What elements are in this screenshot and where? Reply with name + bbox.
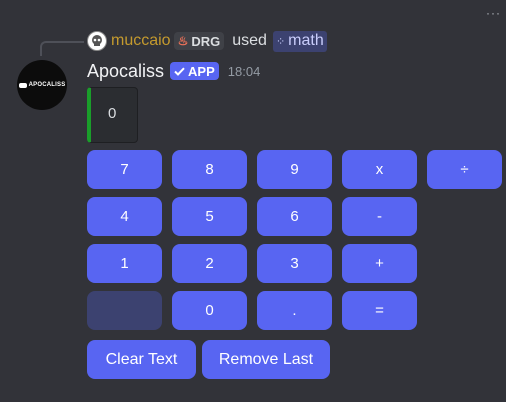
remove-last-button[interactable]: Remove Last	[202, 340, 330, 379]
timestamp[interactable]: 18:04	[228, 64, 261, 79]
calculator-display: 0	[87, 87, 138, 143]
used-text: used	[232, 32, 267, 49]
reply-context: muccaio ♨ DRG used ⁘ math	[87, 30, 327, 52]
decimal-button[interactable]: .	[257, 291, 332, 330]
app-badge-label: APP	[188, 63, 215, 79]
button-6[interactable]: 6	[257, 197, 332, 236]
skull-icon	[92, 35, 102, 46]
command-name: math	[288, 32, 324, 49]
guild-tag[interactable]: ♨ DRG	[173, 32, 225, 50]
slash-command-mention[interactable]: ⁘ math	[272, 30, 327, 52]
multiply-button[interactable]: x	[342, 150, 417, 189]
button-0[interactable]: 0	[172, 291, 247, 330]
blank-disabled-button	[87, 291, 162, 330]
author-name[interactable]: Apocaliss	[87, 61, 164, 82]
message-header: Apocaliss APP 18:04	[87, 60, 260, 82]
button-2[interactable]: 2	[172, 244, 247, 283]
button-4[interactable]: 4	[87, 197, 162, 236]
button-9[interactable]: 9	[257, 150, 332, 189]
app-command-icon: ⁘	[275, 35, 286, 48]
flame-icon: ♨	[177, 34, 189, 48]
display-value: 0	[108, 105, 117, 122]
button-7[interactable]: 7	[87, 150, 162, 189]
author-avatar[interactable]: APOCALISS	[17, 60, 67, 110]
button-1[interactable]: 1	[87, 244, 162, 283]
avatar-text: APOCALISS	[28, 82, 66, 88]
reply-connector	[40, 41, 84, 56]
subtract-button[interactable]: -	[342, 197, 417, 236]
button-8[interactable]: 8	[172, 150, 247, 189]
discord-logo-icon	[18, 82, 27, 88]
equals-button[interactable]: =	[342, 291, 417, 330]
add-button[interactable]: +	[342, 244, 417, 283]
button-5[interactable]: 5	[172, 197, 247, 236]
clear-text-button[interactable]: Clear Text	[87, 340, 196, 379]
reply-avatar[interactable]	[87, 31, 107, 51]
button-3[interactable]: 3	[257, 244, 332, 283]
checkmark-icon	[174, 67, 185, 76]
guild-tag-label: DRG	[191, 33, 221, 49]
app-badge: APP	[170, 62, 219, 80]
divide-button[interactable]: ÷	[427, 150, 502, 189]
more-dots-icon[interactable]: ···	[486, 6, 501, 20]
reply-username[interactable]: muccaio	[111, 32, 171, 50]
